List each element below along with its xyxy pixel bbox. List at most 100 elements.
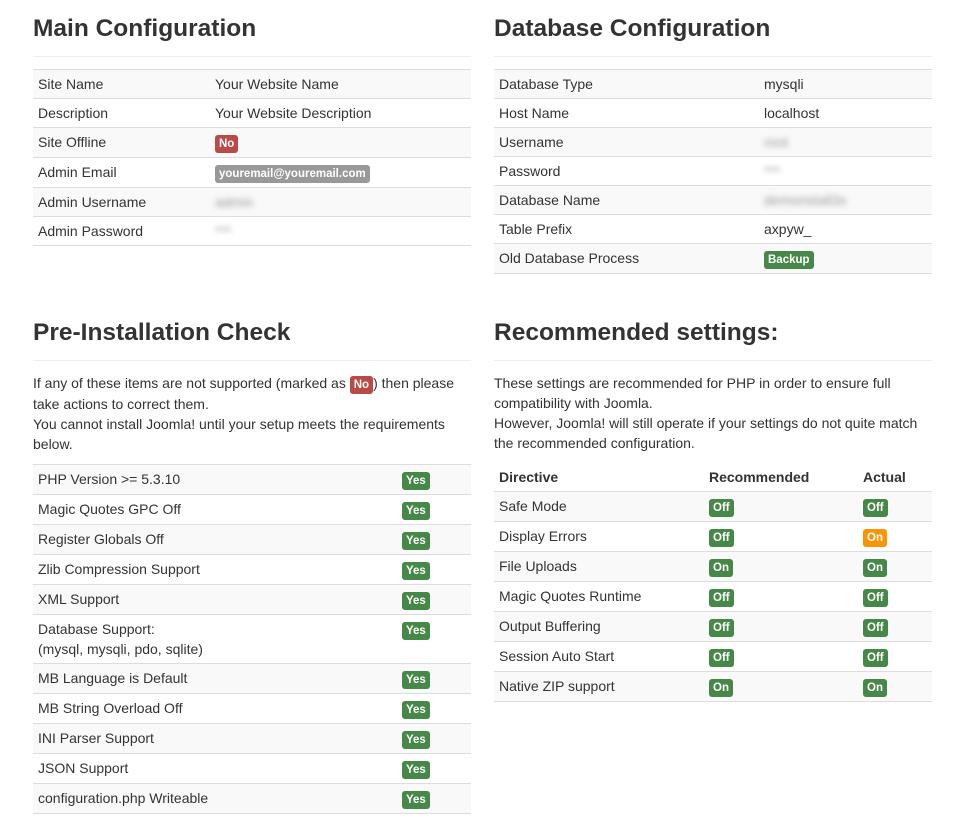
blurred-password: *** xyxy=(215,223,232,239)
check-label: MB Language is Default xyxy=(33,663,397,694)
intro-text: If any of these items are not supported … xyxy=(33,375,346,391)
actual-badge: Off xyxy=(863,619,888,637)
recommended-badge: On xyxy=(709,559,733,577)
row-value: mysqli xyxy=(759,69,932,99)
table-row: MB Language is Default Yes xyxy=(33,663,471,694)
recommended-settings-table: Directive Recommended Actual Safe Mode Of… xyxy=(494,463,932,702)
table-row: File Uploads On On xyxy=(494,551,932,582)
row-label: Site Offline xyxy=(33,127,210,158)
recommended-settings-section: Recommended settings: These settings are… xyxy=(494,318,932,702)
column-header-directive: Directive xyxy=(499,469,559,485)
database-configuration-section: Database Configuration Database Type mys… xyxy=(494,14,932,274)
check-label-text: INI Parser Support xyxy=(38,730,154,746)
table-row: Description Your Website Description xyxy=(33,98,471,128)
status-badge: Yes xyxy=(402,731,430,749)
row-value: axpyw_ xyxy=(759,214,932,244)
table-row: Old Database Process Backup xyxy=(494,243,932,274)
table-row: Database Name demonstall3x xyxy=(494,185,932,215)
blurred-db-password: *** xyxy=(764,163,781,179)
table-row: Admin Username admin xyxy=(33,187,471,217)
column-header-recommended: Recommended xyxy=(709,469,810,485)
recommended-intro: These settings are recommended for PHP i… xyxy=(494,373,932,453)
table-row: Site Name Your Website Name xyxy=(33,69,471,99)
recommended-badge: Off xyxy=(709,499,734,517)
table-row: Admin Password *** xyxy=(33,216,471,246)
check-label-text: Magic Quotes GPC Off xyxy=(38,501,181,517)
status-badge: No xyxy=(215,135,239,153)
check-label: Zlib Compression Support xyxy=(33,554,397,585)
actual-badge: On xyxy=(863,559,887,577)
table-row: Output Buffering Off Off xyxy=(494,611,932,642)
status-badge: Yes xyxy=(402,502,430,520)
email-badge: youremail@youremail.com xyxy=(215,165,370,183)
table-row: Session Auto Start Off Off xyxy=(494,641,932,672)
main-configuration-title: Main Configuration xyxy=(33,14,471,57)
table-row: MB String Overload Off Yes xyxy=(33,693,471,724)
check-label: Magic Quotes GPC Off xyxy=(33,494,397,525)
blurred-username: admin xyxy=(215,194,254,210)
row-label: Database Type xyxy=(494,69,759,99)
table-row: Host Name localhost xyxy=(494,98,932,128)
row-label: Site Name xyxy=(33,69,210,99)
check-label: XML Support xyxy=(33,584,397,615)
backup-badge: Backup xyxy=(764,251,814,269)
column-header-actual: Actual xyxy=(863,469,906,485)
check-label-text: Database Support: xyxy=(38,621,155,637)
main-configuration-section: Main Configuration Site Name Your Websit… xyxy=(33,14,471,246)
directive-name: Safe Mode xyxy=(494,491,704,522)
status-badge: Yes xyxy=(402,761,430,779)
check-label: configuration.php Writeable xyxy=(33,783,397,814)
status-badge: Yes xyxy=(402,701,430,719)
row-label: Admin Password xyxy=(33,216,210,246)
status-badge: Yes xyxy=(402,622,430,640)
actual-badge: Off xyxy=(863,499,888,517)
table-row: Safe Mode Off Off xyxy=(494,491,932,522)
check-label-text: XML Support xyxy=(38,591,120,607)
table-row: Username root xyxy=(494,127,932,157)
check-label-text: PHP Version >= 5.3.10 xyxy=(38,471,181,487)
table-row: Password *** xyxy=(494,156,932,186)
table-row: Display Errors Off On xyxy=(494,521,932,552)
table-row: XML Support Yes xyxy=(33,584,471,615)
check-label: Register Globals Off xyxy=(33,524,397,555)
check-label: Database Support: (mysql, mysqli, pdo, sq… xyxy=(33,614,397,664)
recommended-badge: Off xyxy=(709,589,734,607)
table-row: JSON Support Yes xyxy=(33,753,471,784)
intro-text: You cannot install Joomla! until your se… xyxy=(33,416,445,452)
table-row: Table Prefix axpyw_ xyxy=(494,214,932,244)
directive-name: Native ZIP support xyxy=(494,671,704,702)
blurred-db-username: root xyxy=(764,134,789,150)
status-badge: Yes xyxy=(402,562,430,580)
check-label-text: configuration.php Writeable xyxy=(38,790,209,806)
table-row: Site Offline No xyxy=(33,127,471,158)
row-label: Admin Email xyxy=(33,157,210,188)
row-label: Database Name xyxy=(494,185,759,215)
check-label: PHP Version >= 5.3.10 xyxy=(33,464,397,495)
recommended-badge: Off xyxy=(709,649,734,667)
directive-name: Display Errors xyxy=(494,521,704,552)
row-label: Host Name xyxy=(494,98,759,128)
table-row: Native ZIP support On On xyxy=(494,671,932,702)
table-row: Zlib Compression Support Yes xyxy=(33,554,471,585)
recommended-badge: Off xyxy=(709,529,734,547)
status-badge: Yes xyxy=(402,791,430,809)
actual-badge: On xyxy=(863,529,887,547)
directive-name: Magic Quotes Runtime xyxy=(494,581,704,612)
pre-installation-table: PHP Version >= 5.3.10 Yes Magic Quotes GPC… xyxy=(33,464,471,814)
table-row: Admin Email youremail@youremail.com xyxy=(33,157,471,188)
directive-name: File Uploads xyxy=(494,551,704,582)
status-badge: Yes xyxy=(402,532,430,550)
table-row: Database Support: (mysql, mysqli, pdo, sq… xyxy=(33,614,471,664)
status-badge: Yes xyxy=(402,592,430,610)
status-badge: Yes xyxy=(402,472,430,490)
table-header-row: Directive Recommended Actual xyxy=(494,463,932,492)
check-label-text: Zlib Compression Support xyxy=(38,561,200,577)
check-label: INI Parser Support xyxy=(33,723,397,754)
blurred-db-name: demonstall3x xyxy=(764,192,847,208)
recommended-badge: Off xyxy=(709,619,734,637)
row-value: Your Website Description xyxy=(210,98,471,128)
table-row: Register Globals Off Yes xyxy=(33,524,471,555)
table-row: Magic Quotes GPC Off Yes xyxy=(33,494,471,525)
actual-badge: On xyxy=(863,679,887,697)
check-label-detail: (mysql, mysqli, pdo, sqlite) xyxy=(38,641,203,657)
